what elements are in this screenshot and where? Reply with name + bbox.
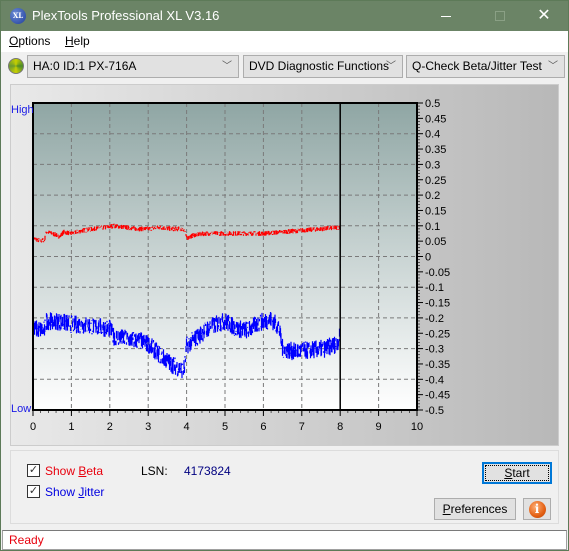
y-tick-label: 0.35 — [425, 144, 446, 156]
controls-panel: ✓ Show Beta ✓ Show Jitter LSN: 4173824 S… — [10, 450, 559, 524]
status-text: Ready — [9, 533, 44, 547]
y-tick-label: 0.15 — [425, 205, 446, 217]
show-jitter-label-post: itter — [84, 485, 105, 499]
preferences-accel: P — [442, 502, 451, 516]
check-icon: ✓ — [28, 464, 39, 476]
x-tick-label: 5 — [222, 421, 228, 433]
y-label-high: High — [11, 104, 34, 116]
maximize-button[interactable] — [477, 1, 523, 31]
y-tick-label: -0.5 — [425, 405, 444, 417]
menu-options[interactable]: Options — [9, 34, 50, 48]
beta-jitter-chart: 0.5 0.45 0.4 0.35 0.3 0.25 0.2 0.15 0.1 0.05 0 -0.0… — [11, 98, 450, 433]
info-button[interactable]: i — [523, 498, 551, 520]
y-tick-label: 0.25 — [425, 175, 446, 187]
toolbar: HA:0 ID:1 PX-716A ﹀ DVD Diagnostic Funct… — [1, 52, 568, 80]
drive-select[interactable]: HA:0 ID:1 PX-716A ﹀ — [27, 55, 239, 78]
y-tick-label: -0.1 — [425, 282, 444, 294]
show-beta-checkbox[interactable]: ✓ — [27, 464, 40, 477]
lsn-value: 4173824 — [184, 464, 231, 478]
preferences-label-rest: references — [450, 502, 508, 516]
plextools-app-icon: XL — [10, 8, 26, 24]
y-axis: 0.5 0.45 0.4 0.35 0.3 0.25 0.2 0.15 0.1 0.05 0 -0.0… — [417, 98, 450, 417]
y-label-low: Low — [11, 403, 31, 415]
y-tick-label: 0.5 — [425, 98, 440, 110]
function-select[interactable]: DVD Diagnostic Functions ﹀ — [243, 55, 403, 78]
maximize-icon — [495, 11, 505, 21]
show-beta-label[interactable]: Show Beta — [45, 464, 103, 478]
y-tick-label: 0.4 — [425, 129, 440, 141]
chevron-down-icon: ﹀ — [222, 61, 232, 72]
drive-select-value: HA:0 ID:1 PX-716A — [33, 59, 137, 73]
y-tick-label: 0.05 — [425, 236, 446, 248]
main-window: XL PlexTools Professional XL V3.16 ✕ Opt… — [0, 0, 569, 551]
minimize-icon — [441, 15, 451, 17]
menu-bar: Options Help — [1, 31, 568, 52]
show-jitter-label-pre: Show — [45, 485, 79, 499]
x-tick-label: 6 — [260, 421, 266, 433]
info-icon: i — [528, 501, 546, 518]
chevron-down-icon: ﹀ — [386, 61, 396, 72]
y-tick-label: -0.15 — [425, 298, 450, 310]
chart-panel: 0.5 0.45 0.4 0.35 0.3 0.25 0.2 0.15 0.1 0.05 0 -0.0… — [10, 84, 559, 446]
menu-help[interactable]: Help — [65, 34, 90, 48]
test-select-value: Q-Check Beta/Jitter Test — [412, 59, 542, 73]
minimize-button[interactable] — [423, 1, 469, 31]
disc-drive-icon — [8, 58, 24, 74]
show-jitter-label[interactable]: Show Jitter — [45, 485, 104, 499]
function-select-value: DVD Diagnostic Functions — [249, 59, 390, 73]
y-tick-label: 0.45 — [425, 113, 446, 125]
show-beta-label-pre: Show — [45, 464, 79, 478]
status-bar: Ready — [2, 530, 567, 550]
y-tick-label: -0.35 — [425, 359, 450, 371]
y-tick-label: -0.2 — [425, 313, 444, 325]
menu-options-accel: O — [9, 34, 19, 48]
start-label-rest: tart — [512, 466, 530, 480]
x-tick-label: 0 — [30, 421, 36, 433]
menu-help-accel: H — [65, 34, 74, 48]
x-tick-label: 4 — [184, 421, 190, 433]
menu-help-label: elp — [73, 34, 90, 48]
y-tick-label: 0 — [425, 252, 431, 264]
x-tick-label: 9 — [376, 421, 382, 433]
x-tick-label: 2 — [107, 421, 113, 433]
chevron-down-icon: ﹀ — [548, 61, 558, 72]
y-tick-label: -0.3 — [425, 344, 444, 356]
y-tick-label: -0.25 — [425, 328, 450, 340]
start-button[interactable]: Start — [482, 462, 552, 484]
check-icon: ✓ — [28, 485, 39, 497]
menu-options-label: ptions — [18, 34, 51, 48]
close-button[interactable]: ✕ — [521, 1, 567, 31]
x-tick-label: 1 — [68, 421, 74, 433]
show-beta-label-post: eta — [86, 464, 104, 478]
x-tick-label: 7 — [299, 421, 305, 433]
y-tick-label: 0.3 — [425, 159, 440, 171]
y-tick-label: -0.05 — [425, 267, 450, 279]
show-jitter-checkbox[interactable]: ✓ — [27, 485, 40, 498]
y-tick-label: -0.45 — [425, 390, 450, 402]
y-tick-label: 0.2 — [425, 190, 440, 202]
x-tick-label: 10 — [411, 421, 423, 433]
start-button-label: Start — [485, 465, 549, 481]
x-axis: 0 1 2 3 4 5 6 7 8 9 10 — [30, 410, 423, 433]
title-bar: XL PlexTools Professional XL V3.16 ✕ — [1, 1, 568, 31]
lsn-label: LSN: — [141, 464, 168, 478]
y-tick-label: -0.4 — [425, 374, 444, 386]
window-title: PlexTools Professional XL V3.16 — [32, 8, 220, 23]
test-select[interactable]: Q-Check Beta/Jitter Test ﹀ — [406, 55, 565, 78]
y-tick-label: 0.1 — [425, 221, 440, 233]
x-tick-label: 3 — [145, 421, 151, 433]
close-icon: ✕ — [537, 7, 551, 24]
preferences-button[interactable]: Preferences — [434, 498, 516, 520]
x-tick-label: 8 — [337, 421, 343, 433]
